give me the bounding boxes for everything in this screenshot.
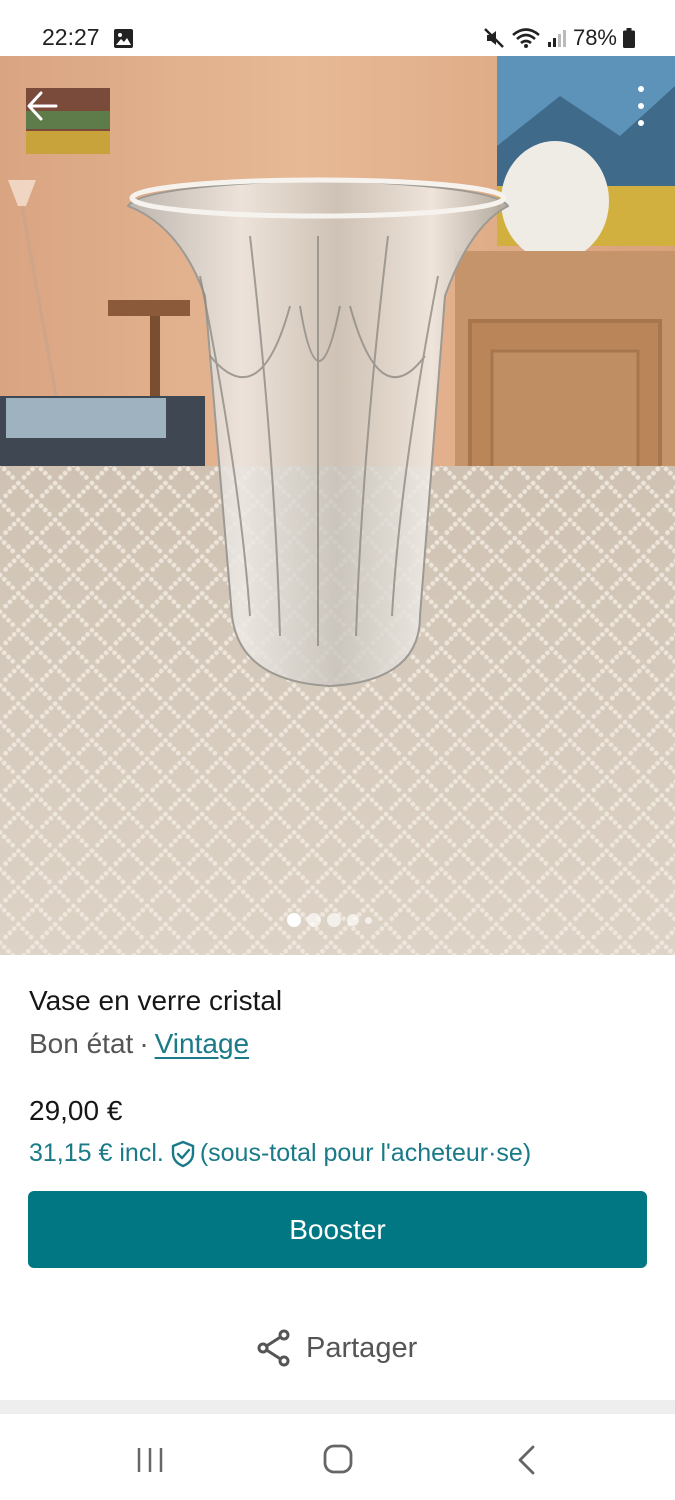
back-button[interactable] bbox=[20, 84, 64, 128]
status-bar: 22:27 78% bbox=[0, 0, 675, 56]
section-divider bbox=[0, 1400, 675, 1414]
recent-apps-icon[interactable] bbox=[134, 1446, 166, 1474]
carousel-dot[interactable] bbox=[307, 913, 321, 927]
item-price: 29,00 € bbox=[29, 1095, 123, 1126]
more-vertical-icon bbox=[638, 86, 644, 92]
signal-icon bbox=[547, 30, 566, 47]
carousel-dot[interactable] bbox=[365, 916, 372, 924]
price-incl-note: (sous-total pour l'acheteur·se) bbox=[199, 1139, 532, 1167]
item-title: Vase en verre cristal bbox=[29, 985, 283, 1016]
more-options-button[interactable] bbox=[629, 84, 653, 128]
system-navigation-bar bbox=[0, 1414, 675, 1500]
product-photo-carousel[interactable] bbox=[0, 56, 675, 955]
category-link[interactable]: Vintage bbox=[155, 1028, 249, 1059]
carousel-dot[interactable] bbox=[347, 914, 359, 926]
battery-percentage: 78% bbox=[572, 25, 617, 50]
share-label: Partager bbox=[306, 1331, 418, 1364]
carousel-dot[interactable] bbox=[327, 913, 341, 927]
arrow-left-icon bbox=[27, 91, 58, 121]
status-icons: 78% bbox=[483, 24, 635, 52]
wifi-icon bbox=[512, 28, 540, 48]
boost-button[interactable]: Booster bbox=[28, 1191, 647, 1268]
back-icon[interactable] bbox=[515, 1444, 539, 1476]
status-time: 22:27 bbox=[42, 24, 100, 50]
product-photo bbox=[0, 56, 675, 955]
item-meta: Bon état · Vintage bbox=[29, 1028, 249, 1060]
share-icon bbox=[257, 1329, 290, 1367]
shield-check-icon bbox=[171, 1140, 195, 1167]
carousel-indicator bbox=[287, 913, 372, 927]
battery-icon bbox=[623, 28, 635, 48]
home-icon[interactable] bbox=[323, 1444, 353, 1474]
image-icon bbox=[114, 29, 133, 48]
buyer-protection-price[interactable]: 31,15 € incl. (sous-total pour l'acheteu… bbox=[29, 1139, 531, 1168]
carousel-dot[interactable] bbox=[287, 913, 301, 927]
meta-separator: · bbox=[139, 1028, 149, 1059]
share-button[interactable]: Partager bbox=[256, 1329, 417, 1367]
mute-icon bbox=[484, 28, 504, 48]
price-incl: 31,15 € incl. bbox=[29, 1139, 164, 1167]
item-condition: Bon état bbox=[29, 1028, 134, 1059]
